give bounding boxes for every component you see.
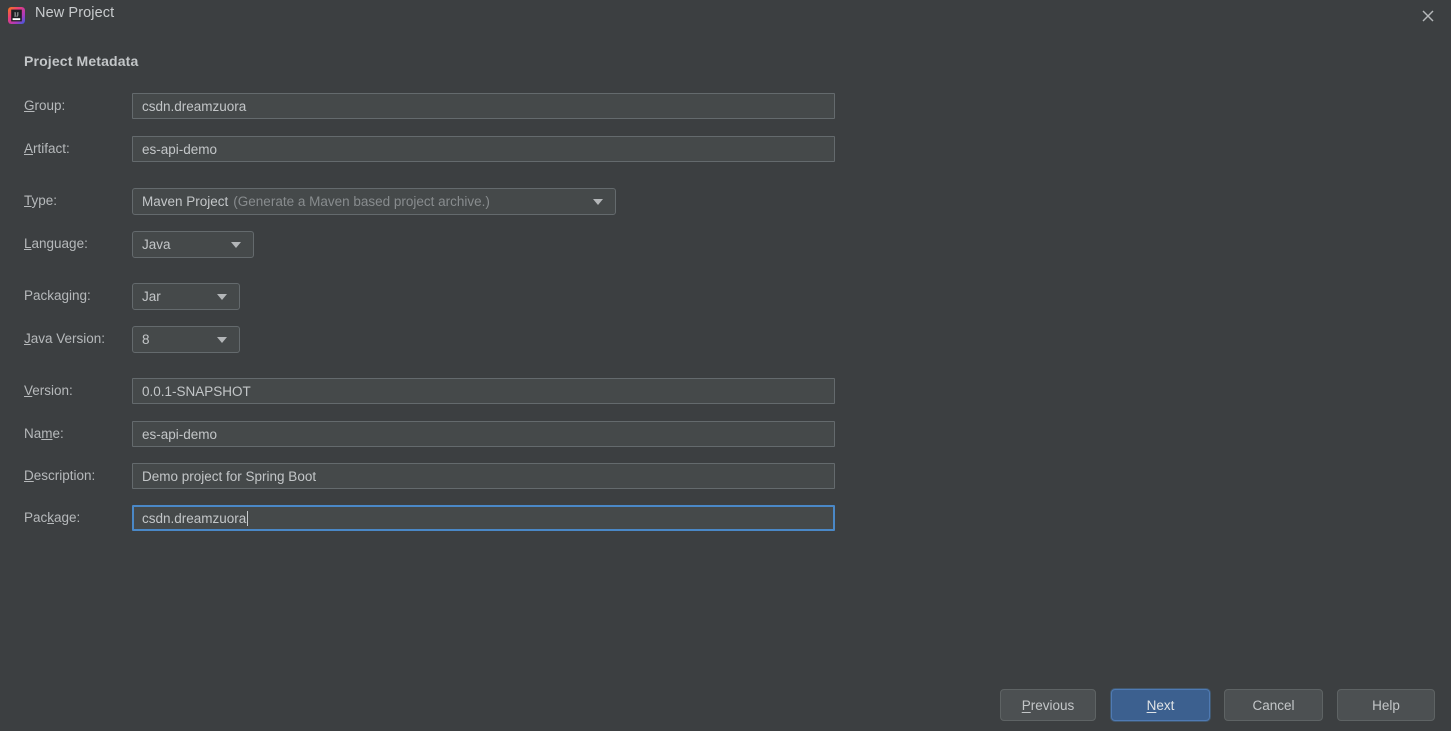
help-button-label: Help [1372, 697, 1400, 713]
name-input[interactable]: es-api-demo [132, 421, 835, 447]
artifact-input[interactable]: es-api-demo [132, 136, 835, 162]
packaging-selected-value: Jar [142, 289, 161, 304]
next-button[interactable]: Next [1111, 689, 1210, 721]
page-title: Project Metadata [24, 53, 139, 69]
type-selected-value: Maven Project [142, 194, 229, 209]
package-value: csdn.dreamzuora [142, 510, 247, 526]
dialog-title-bar: IJ New Project [0, 0, 1451, 31]
form-row-java-version: Java Version: 8 [0, 326, 900, 353]
language-dropdown[interactable]: Java [132, 231, 254, 258]
label-group: Group: [24, 98, 66, 113]
version-value: 0.0.1-SNAPSHOT [142, 383, 251, 399]
group-value: csdn.dreamzuora [142, 98, 247, 114]
form-row-packaging: Packaging: Jar [0, 283, 900, 310]
form-row-group: Group: csdn.dreamzuora [0, 93, 900, 119]
label-package: Package: [24, 510, 81, 525]
text-caret [247, 510, 249, 526]
label-description: Description: [24, 468, 96, 483]
svg-text:IJ: IJ [14, 11, 19, 18]
form-row-description: Description: Demo project for Spring Boot [0, 463, 900, 489]
group-input[interactable]: csdn.dreamzuora [132, 93, 835, 119]
chevron-down-icon [231, 241, 241, 248]
form-row-type: Type: Maven Project (Generate a Maven base… [0, 188, 900, 215]
label-artifact: Artifact: [24, 141, 70, 156]
label-packaging: Packaging: [24, 288, 91, 303]
label-name: Name: [24, 426, 64, 441]
form-row-package: Package: csdn.dreamzuora [0, 505, 900, 531]
language-selected-value: Java [142, 237, 171, 252]
dialog-title: New Project [35, 5, 115, 21]
next-button-label: Next [1146, 697, 1175, 713]
form-row-name: Name: es-api-demo [0, 421, 900, 447]
form-row-version: Version: 0.0.1-SNAPSHOT [0, 378, 900, 404]
type-hint: (Generate a Maven based project archive.… [233, 194, 490, 209]
cancel-button[interactable]: Cancel [1224, 689, 1323, 721]
name-value: es-api-demo [142, 426, 218, 442]
label-type: Type: [24, 193, 58, 208]
help-button[interactable]: Help [1337, 689, 1435, 721]
chevron-down-icon [217, 293, 227, 300]
cancel-button-label: Cancel [1252, 697, 1295, 713]
packaging-dropdown[interactable]: Jar [132, 283, 240, 310]
description-input[interactable]: Demo project for Spring Boot [132, 463, 835, 489]
chevron-down-icon [217, 336, 227, 343]
version-input[interactable]: 0.0.1-SNAPSHOT [132, 378, 835, 404]
artifact-value: es-api-demo [142, 141, 218, 157]
label-language: Language: [24, 236, 88, 251]
label-version: Version: [24, 383, 73, 398]
java-version-selected-value: 8 [142, 332, 150, 347]
type-dropdown[interactable]: Maven Project (Generate a Maven based pro… [132, 188, 616, 215]
label-java-version: Java Version: [24, 331, 106, 346]
close-icon[interactable] [1405, 0, 1451, 31]
previous-button[interactable]: Previous [1000, 689, 1096, 721]
chevron-down-icon [593, 198, 603, 205]
previous-button-label: Previous [1021, 697, 1075, 713]
form-row-language: Language: Java [0, 231, 900, 258]
java-version-dropdown[interactable]: 8 [132, 326, 240, 353]
package-input[interactable]: csdn.dreamzuora [132, 505, 835, 531]
description-value: Demo project for Spring Boot [142, 468, 317, 484]
intellij-idea-icon: IJ [8, 7, 25, 24]
form-row-artifact: Artifact: es-api-demo [0, 136, 900, 162]
